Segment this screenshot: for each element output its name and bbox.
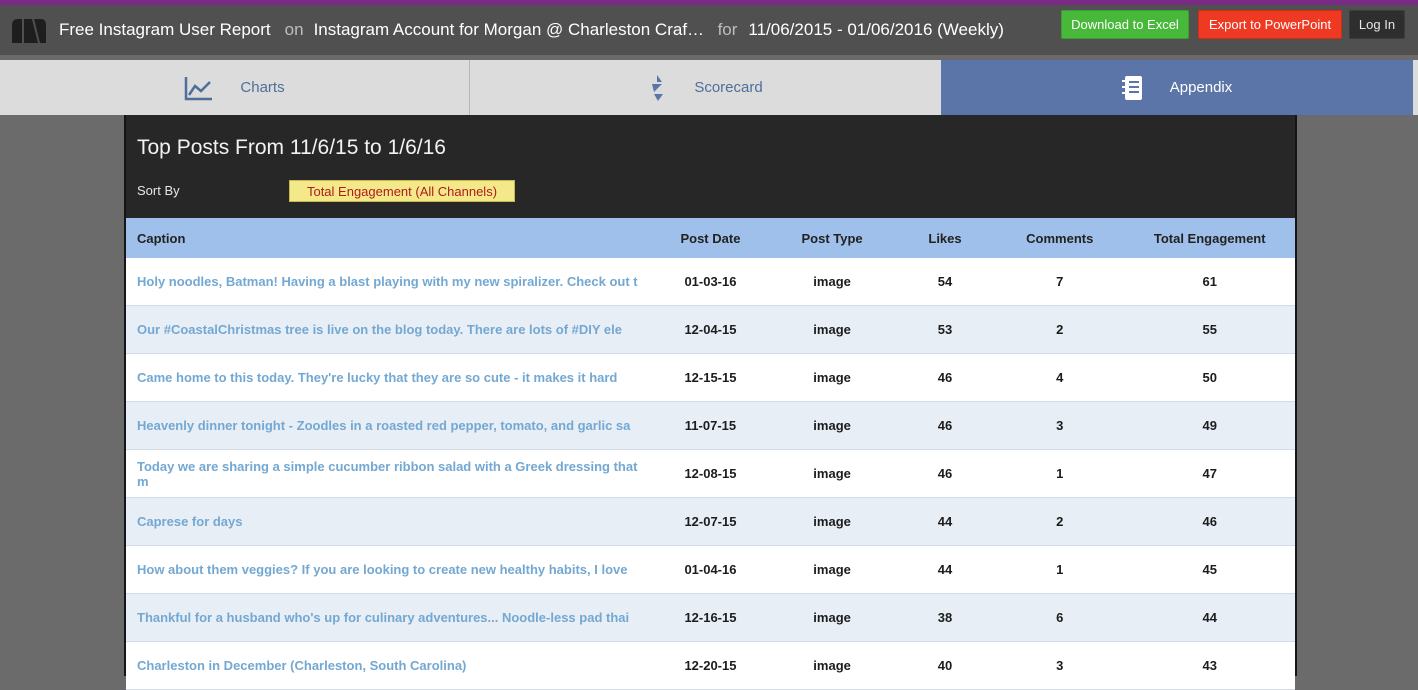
post-type: image [769,401,895,450]
likes-count: 46 [894,353,996,402]
brand-logo-icon [12,19,46,43]
post-date: 12-04-15 [651,305,770,354]
total-engagement: 47 [1124,449,1295,498]
total-engagement: 45 [1124,545,1295,594]
post-type: image [769,258,895,306]
likes-count: 54 [894,258,996,306]
comments-count: 2 [995,497,1125,546]
column-header-likes[interactable]: Likes [894,218,996,258]
tab-label: Appendix [1169,79,1233,96]
post-caption-link[interactable]: How about them veggies? If you are looki… [126,545,652,594]
total-engagement: 55 [1124,305,1295,354]
column-header-post-date[interactable]: Post Date [651,218,770,258]
tab-appendix[interactable]: Appendix [941,60,1413,115]
total-engagement: 46 [1124,497,1295,546]
post-type: image [769,497,895,546]
top-posts-table: Caption Post Date Post Type Likes Commen… [126,218,1295,690]
table-row: Our #CoastalChristmas tree is live on th… [126,305,1295,354]
post-date: 12-08-15 [651,449,770,498]
login-button[interactable]: Log In [1349,10,1405,39]
post-caption-link[interactable]: Holy noodles, Batman! Having a blast pla… [126,258,652,306]
comments-count: 4 [995,353,1125,402]
tab-scorecard[interactable]: Scorecard [470,60,941,115]
total-engagement: 49 [1124,401,1295,450]
column-header-comments[interactable]: Comments [995,218,1125,258]
comments-count: 7 [995,258,1125,306]
post-date: 01-03-16 [651,258,770,306]
table-row: Caprese for days 12-07-15 image 44 2 46 [126,497,1295,546]
post-caption-link[interactable]: Today we are sharing a simple cucumber r… [126,449,652,498]
right-gutter [1297,115,1418,676]
column-header-caption[interactable]: Caption [126,218,652,258]
export-powerpoint-button[interactable]: Export to PowerPoint [1198,10,1342,39]
likes-count: 44 [894,545,996,594]
post-type: image [769,305,895,354]
comments-count: 2 [995,305,1125,354]
comments-count: 1 [995,545,1125,594]
post-type: image [769,593,895,642]
sort-by-label: Sort By [137,183,180,198]
table-row: How about them veggies? If you are looki… [126,545,1295,594]
tab-edge [1413,60,1418,115]
post-caption-link[interactable]: Our #CoastalChristmas tree is live on th… [126,305,652,354]
post-type: image [769,641,895,690]
comments-count: 3 [995,401,1125,450]
post-caption-link[interactable]: Caprese for days [126,497,652,546]
total-engagement: 50 [1124,353,1295,402]
likes-count: 38 [894,593,996,642]
for-label: for [717,20,738,39]
post-date: 12-15-15 [651,353,770,402]
post-caption-link[interactable]: Thankful for a husband who's up for culi… [126,593,652,642]
post-date: 11-07-15 [651,401,770,450]
table-row: Thankful for a husband who's up for culi… [126,593,1295,642]
total-engagement: 61 [1124,258,1295,306]
post-type: image [769,545,895,594]
post-caption-link[interactable]: Heavenly dinner tonight - Zoodles in a r… [126,401,652,450]
sort-select[interactable]: Total Engagement (All Channels) [289,180,515,202]
table-row: Heavenly dinner tonight - Zoodles in a r… [126,401,1295,450]
table-row: Holy noodles, Batman! Having a blast pla… [126,258,1295,306]
likes-count: 40 [894,641,996,690]
total-engagement: 44 [1124,593,1295,642]
table-row: Charleston in December (Charleston, Sout… [126,641,1295,690]
likes-count: 46 [894,401,996,450]
top-posts-panel: Top Posts From 11/6/15 to 1/6/16 Sort By… [124,115,1297,690]
post-type: image [769,353,895,402]
report-title: Free Instagram User Report [59,20,271,39]
likes-count: 46 [894,449,996,498]
post-date: 12-20-15 [651,641,770,690]
table-header-row: Caption Post Date Post Type Likes Commen… [126,218,1295,258]
left-gutter [0,115,124,676]
table-row: Today we are sharing a simple cucumber r… [126,449,1295,498]
column-header-total-engagement[interactable]: Total Engagement [1124,218,1295,258]
panel-title: Top Posts From 11/6/15 to 1/6/16 [137,136,446,159]
post-date: 12-16-15 [651,593,770,642]
post-date: 01-04-16 [651,545,770,594]
tab-charts[interactable]: Charts [0,60,470,115]
date-range[interactable]: 11/06/2015 - 01/06/2016 (Weekly) [748,20,1003,40]
report-tabs: Charts Scorecard Appendix [0,60,1418,115]
tab-label: Scorecard [694,79,763,96]
post-caption-link[interactable]: Came home to this today. They're lucky t… [126,353,652,402]
comments-count: 1 [995,449,1125,498]
post-caption-link[interactable]: Charleston in December (Charleston, Sout… [126,641,652,690]
total-engagement: 43 [1124,641,1295,690]
line-chart-icon [185,76,213,100]
post-date: 12-07-15 [651,497,770,546]
account-name[interactable]: Instagram Account for Morgan @ Charlesto… [314,20,706,40]
notebook-icon [1121,75,1142,100]
download-excel-button[interactable]: Download to Excel [1061,10,1189,39]
tab-label: Charts [240,79,285,96]
column-header-post-type[interactable]: Post Type [769,218,895,258]
likes-count: 44 [894,497,996,546]
post-type: image [769,449,895,498]
comments-count: 3 [995,641,1125,690]
on-label: on [284,20,304,39]
comments-count: 6 [995,593,1125,642]
table-row: Came home to this today. They're lucky t… [126,353,1295,402]
scorecard-icon [652,74,664,101]
likes-count: 53 [894,305,996,354]
